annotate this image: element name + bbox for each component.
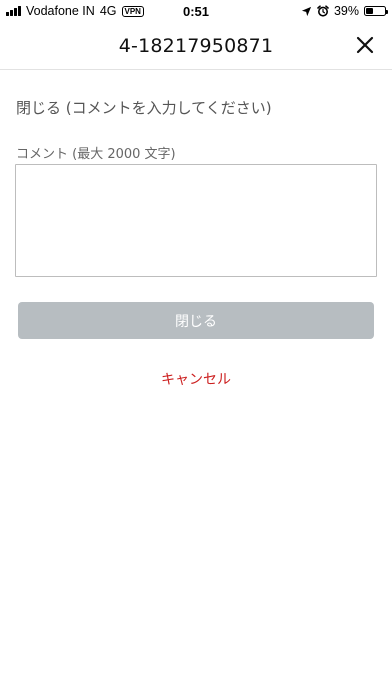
status-bar-right: 39%: [301, 0, 388, 22]
alarm-clock-icon: [317, 5, 329, 17]
cancel-button[interactable]: キャンセル: [0, 369, 392, 389]
network-type: 4G: [99, 4, 117, 18]
close-button[interactable]: [352, 32, 378, 58]
comment-label: コメント (最大 2000 文字): [16, 147, 176, 162]
carrier-name: Vodafone IN: [26, 4, 95, 18]
screen: Vodafone IN 4G VPN 0:51 39% 4-1821795087…: [0, 0, 392, 696]
location-arrow-icon: [301, 6, 312, 16]
close-submit-button[interactable]: 閉じる: [18, 302, 374, 339]
battery-icon: [364, 6, 388, 16]
signal-strength-icon: [6, 6, 21, 16]
page-title: 4-18217950871: [118, 34, 274, 57]
battery-percent: 39%: [333, 4, 359, 18]
comment-textarea[interactable]: [15, 164, 377, 277]
form-heading: 閉じる (コメントを入力してください): [16, 99, 272, 117]
status-bar-left: Vodafone IN 4G VPN: [6, 0, 144, 22]
vpn-badge: VPN: [121, 5, 144, 17]
status-bar: Vodafone IN 4G VPN 0:51 39%: [0, 0, 392, 22]
battery-level-fill: [366, 8, 374, 14]
close-icon: [356, 36, 374, 54]
navigation-header: 4-18217950871: [0, 22, 392, 70]
